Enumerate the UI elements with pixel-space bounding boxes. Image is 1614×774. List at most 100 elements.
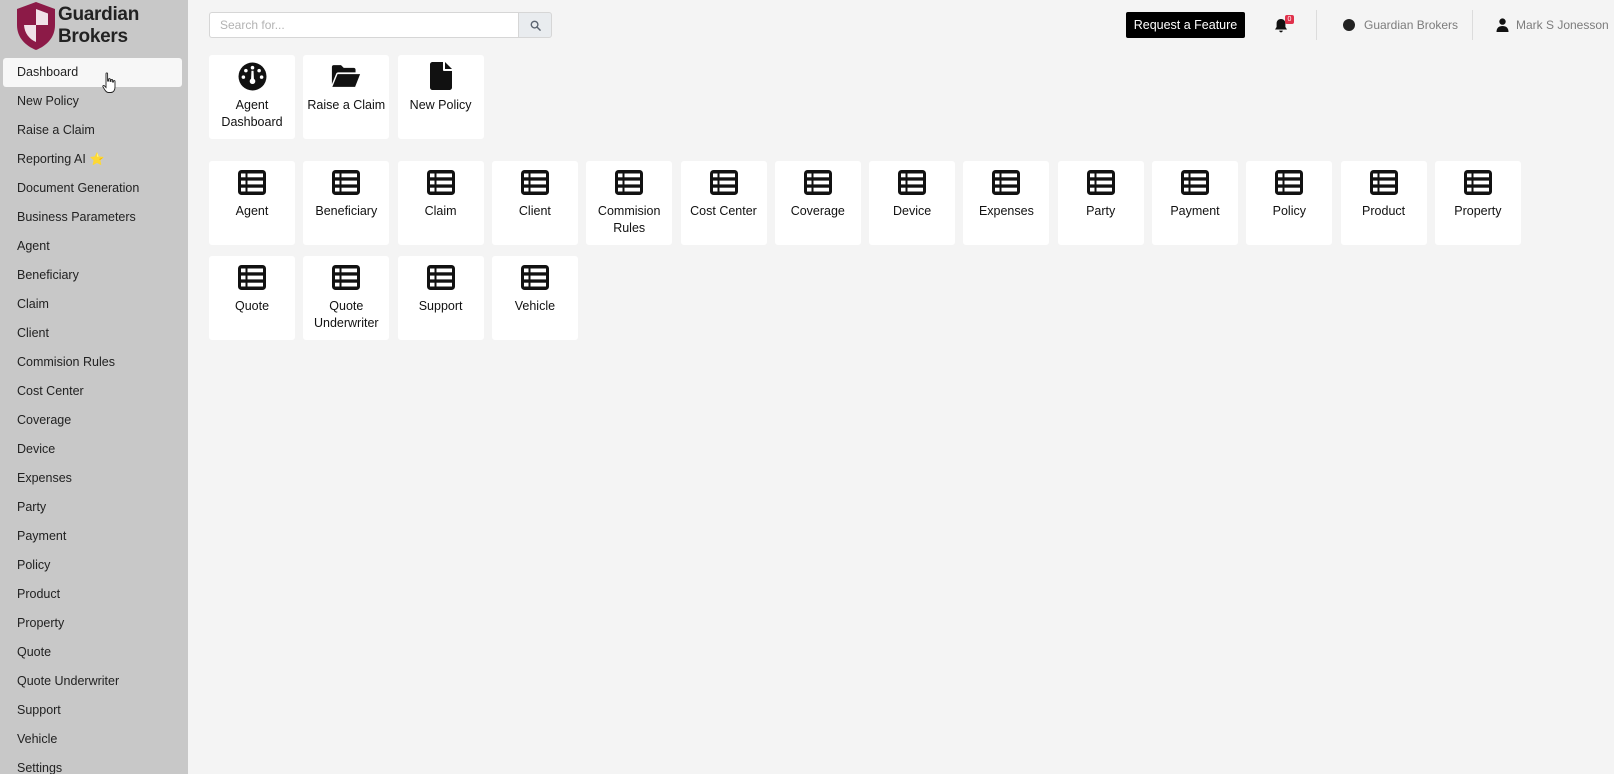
tile-quote-underwriter[interactable]: Quote Underwriter bbox=[303, 256, 390, 340]
sidebar-item-reporting-ai[interactable]: Reporting AI ⭐ bbox=[3, 145, 182, 174]
tile-label: Raise a Claim bbox=[307, 98, 386, 112]
table-list-icon bbox=[1180, 167, 1210, 197]
table-list-icon bbox=[331, 262, 361, 292]
brand-logo[interactable]: Guardian Brokers bbox=[15, 0, 185, 52]
tile-label: Commision Rules bbox=[597, 204, 661, 235]
sidebar-item-support[interactable]: Support bbox=[3, 696, 182, 725]
tile-property[interactable]: Property bbox=[1434, 161, 1521, 245]
sidebar-item-claim[interactable]: Claim bbox=[3, 290, 182, 319]
tile-label: Agent bbox=[235, 204, 269, 218]
tile-raise-a-claim[interactable]: Raise a Claim bbox=[303, 55, 390, 139]
search-input[interactable] bbox=[209, 12, 518, 38]
tile-label: Policy bbox=[1272, 204, 1306, 218]
sidebar-item-label: Document Generation bbox=[17, 181, 140, 195]
hand-cursor-icon bbox=[102, 72, 116, 93]
tile-label: Expenses bbox=[978, 204, 1034, 218]
header-divider bbox=[1316, 10, 1317, 40]
tile-new-policy[interactable]: New Policy bbox=[397, 55, 484, 139]
tile-agent[interactable]: Agent bbox=[209, 161, 295, 245]
table-list-icon bbox=[991, 167, 1021, 197]
sidebar-item-vehicle[interactable]: Vehicle bbox=[3, 725, 182, 754]
tile-commision-rules[interactable]: Commision Rules bbox=[586, 161, 673, 245]
company-selector[interactable]: Guardian Brokers bbox=[1343, 15, 1458, 35]
sidebar-item-label: Raise a Claim bbox=[17, 123, 95, 137]
sidebar-item-raise-a-claim[interactable]: Raise a Claim bbox=[3, 116, 182, 145]
sidebar-item-payment[interactable]: Payment bbox=[3, 522, 182, 551]
table-list-icon bbox=[237, 167, 267, 197]
tile-expenses[interactable]: Expenses bbox=[963, 161, 1050, 245]
document-icon bbox=[426, 61, 456, 91]
tile-label: Property bbox=[1454, 204, 1502, 218]
sidebar-item-client[interactable]: Client bbox=[3, 319, 182, 348]
tile-product[interactable]: Product bbox=[1340, 161, 1427, 245]
sidebar-item-property[interactable]: Property bbox=[3, 609, 182, 638]
sidebar-item-expenses[interactable]: Expenses bbox=[3, 464, 182, 493]
tile-client[interactable]: Client bbox=[491, 161, 578, 245]
table-list-icon bbox=[614, 167, 644, 197]
sidebar-item-product[interactable]: Product bbox=[3, 580, 182, 609]
tile-label: New Policy bbox=[409, 98, 472, 112]
search-bar bbox=[209, 12, 552, 38]
sidebar-item-agent[interactable]: Agent bbox=[3, 232, 182, 261]
table-list-icon bbox=[1086, 167, 1116, 197]
sidebar-item-label: Client bbox=[17, 326, 49, 340]
sidebar-item-label: Coverage bbox=[17, 413, 72, 427]
user-icon bbox=[1496, 18, 1509, 32]
sidebar-item-new-policy[interactable]: New Policy bbox=[3, 87, 182, 116]
sidebar-item-quote-underwriter[interactable]: Quote Underwriter bbox=[3, 667, 182, 696]
tile-party[interactable]: Party bbox=[1057, 161, 1144, 245]
request-feature-button[interactable]: Request a Feature bbox=[1126, 12, 1245, 38]
tile-label: Agent Dashboard bbox=[221, 98, 283, 129]
tile-label: Claim bbox=[424, 204, 457, 218]
table-list-icon bbox=[803, 167, 833, 197]
sidebar-item-label: Device bbox=[17, 442, 56, 456]
company-name: Guardian Brokers bbox=[1364, 18, 1459, 32]
sidebar-item-party[interactable]: Party bbox=[3, 493, 182, 522]
tile-coverage[interactable]: Coverage bbox=[774, 161, 861, 245]
shield-logo-icon bbox=[17, 2, 55, 50]
sidebar-item-business-parameters[interactable]: Business Parameters bbox=[3, 203, 182, 232]
tile-cost-center[interactable]: Cost Center bbox=[680, 161, 767, 245]
sidebar-item-label: Property bbox=[17, 616, 65, 630]
table-list-icon bbox=[709, 167, 739, 197]
user-menu[interactable]: Mark S Jonesson bbox=[1496, 15, 1609, 35]
tile-claim[interactable]: Claim bbox=[397, 161, 484, 245]
table-list-icon bbox=[331, 167, 361, 197]
search-button[interactable] bbox=[518, 12, 552, 38]
sidebar-item-beneficiary[interactable]: Beneficiary bbox=[3, 261, 182, 290]
tile-label: Beneficiary bbox=[315, 204, 378, 218]
notifications-button[interactable]: 0 bbox=[1274, 15, 1298, 35]
tile-agent-dashboard[interactable]: Agent Dashboard bbox=[209, 55, 295, 139]
brand-name: Guardian Brokers bbox=[58, 4, 140, 47]
star-icon: ⭐ bbox=[89, 152, 105, 166]
tile-quote[interactable]: Quote bbox=[209, 256, 295, 340]
tile-label: Quote bbox=[234, 299, 270, 313]
tile-beneficiary[interactable]: Beneficiary bbox=[303, 161, 390, 245]
tile-policy[interactable]: Policy bbox=[1246, 161, 1333, 245]
user-name: Mark S Jonesson bbox=[1516, 18, 1609, 32]
tile-label: Device bbox=[892, 204, 932, 218]
tile-vehicle[interactable]: Vehicle bbox=[491, 256, 578, 340]
folder-open-icon bbox=[331, 61, 361, 91]
tile-device[interactable]: Device bbox=[869, 161, 956, 245]
sidebar-item-document-generation[interactable]: Document Generation bbox=[3, 174, 182, 203]
sidebar-item-label: Settings bbox=[17, 761, 63, 774]
sidebar: Guardian Brokers Dashboard New Policy Rais… bbox=[0, 0, 188, 774]
sidebar-item-label: Payment bbox=[17, 529, 67, 543]
tile-label: Product bbox=[1362, 204, 1406, 218]
sidebar-item-device[interactable]: Device bbox=[3, 435, 182, 464]
sidebar-item-commision-rules[interactable]: Commision Rules bbox=[3, 348, 182, 377]
sidebar-item-cost-center[interactable]: Cost Center bbox=[3, 377, 182, 406]
sidebar-item-dashboard[interactable]: Dashboard bbox=[3, 58, 182, 87]
table-list-icon bbox=[1274, 167, 1304, 197]
sidebar-item-coverage[interactable]: Coverage bbox=[3, 406, 182, 435]
tile-label: Vehicle bbox=[514, 299, 556, 313]
sidebar-item-policy[interactable]: Policy bbox=[3, 551, 182, 580]
sidebar-item-settings[interactable]: Settings bbox=[3, 754, 182, 774]
dashboard-gauge-icon bbox=[237, 61, 267, 91]
tile-support[interactable]: Support bbox=[397, 256, 484, 340]
sidebar-item-quote[interactable]: Quote bbox=[3, 638, 182, 667]
table-list-icon bbox=[1463, 167, 1493, 197]
tile-payment[interactable]: Payment bbox=[1152, 161, 1238, 245]
table-list-icon bbox=[426, 262, 456, 292]
